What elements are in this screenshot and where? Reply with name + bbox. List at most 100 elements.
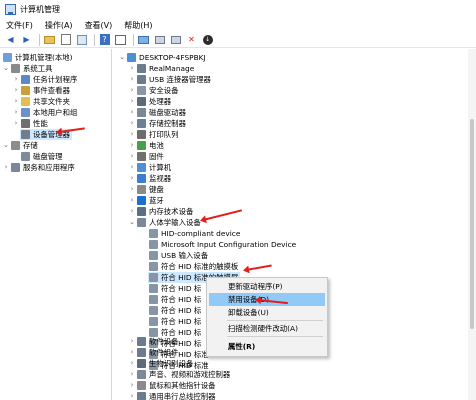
tree-item-system-tools[interactable]: ⌄ 系统工具 <box>2 63 53 74</box>
device-category[interactable]: › 磁盘驱动器 <box>128 107 186 118</box>
chevron-right-icon[interactable]: › <box>128 173 136 184</box>
menu-view[interactable]: 查看(V) <box>85 20 113 31</box>
chevron-right-icon[interactable]: › <box>128 63 136 74</box>
chevron-right-icon[interactable]: › <box>128 358 136 369</box>
chevron-right-icon[interactable]: › <box>128 206 136 217</box>
device-category[interactable]: › 软件组件 <box>128 347 179 358</box>
hid-device[interactable]: 符合 HID 标 <box>148 305 201 316</box>
device-category[interactable]: › 键盘 <box>128 184 164 195</box>
vertical-scrollbar[interactable] <box>468 49 476 400</box>
chevron-right-icon[interactable]: › <box>128 129 136 140</box>
tree-item-performance[interactable]: › 性能 <box>12 118 48 129</box>
device-category[interactable]: › 通用串行总线控制器 <box>128 391 216 400</box>
menu-scan-hardware-changes[interactable]: 扫描检测硬件改动(A) <box>209 322 325 335</box>
chevron-right-icon[interactable]: › <box>128 118 136 129</box>
usb-controller-icon <box>137 392 146 400</box>
device-category[interactable]: › 处理器 <box>128 96 171 107</box>
chevron-right-icon[interactable]: › <box>128 347 136 358</box>
chevron-right-icon[interactable]: › <box>128 380 136 391</box>
device-category[interactable]: › 打印队列 <box>128 129 179 140</box>
device-category[interactable]: › 安全设备 <box>128 85 179 96</box>
chevron-right-icon[interactable]: › <box>128 195 136 206</box>
chevron-right-icon[interactable]: › <box>12 85 20 96</box>
chevron-right-icon[interactable]: › <box>128 96 136 107</box>
show-hide-tree-icon[interactable] <box>114 33 127 46</box>
menu-uninstall-device[interactable]: 卸载设备(U) <box>209 306 325 319</box>
menu-update-driver[interactable]: 更新驱动程序(P) <box>209 280 325 293</box>
chevron-down-icon[interactable]: ⌄ <box>2 63 10 74</box>
device-category[interactable]: › USB 连接器管理器 <box>128 74 211 85</box>
hid-device[interactable]: Microsoft Input Configuration Device <box>148 239 296 250</box>
device-category[interactable]: › 声音、视频和游戏控制器 <box>128 369 230 380</box>
device-root[interactable]: ⌄ DESKTOP-4FSPBKJ <box>118 52 206 63</box>
battery-icon <box>137 141 146 150</box>
menu-help[interactable]: 帮助(H) <box>124 20 152 31</box>
folder-up-icon[interactable] <box>43 33 56 46</box>
mouse-icon <box>137 381 146 390</box>
menu-bar: 文件(F) 操作(A) 查看(V) 帮助(H) <box>0 18 476 32</box>
device-category[interactable]: › 生物识别设备 <box>128 358 193 369</box>
hid-device[interactable]: 符合 HID 标 <box>148 316 201 327</box>
device-category[interactable]: › 计算机 <box>128 162 171 173</box>
hid-device[interactable]: 符合 HID 标 <box>148 294 201 305</box>
device-category[interactable]: › 存储控制器 <box>128 118 186 129</box>
hid-device[interactable]: 符合 HID 标 <box>148 283 201 294</box>
hid-device[interactable]: HID-compliant device <box>148 228 240 239</box>
device-category[interactable]: › RealManage <box>128 63 194 74</box>
performance-icon <box>21 119 30 128</box>
chevron-down-icon[interactable]: ⌄ <box>2 140 10 151</box>
help-icon[interactable]: ? <box>98 33 111 46</box>
chevron-down-icon[interactable]: ⌄ <box>118 52 126 63</box>
chevron-right-icon[interactable]: › <box>128 107 136 118</box>
chevron-right-icon[interactable]: › <box>12 74 20 85</box>
tree-item-local-users[interactable]: › 本地用户和组 <box>12 107 77 118</box>
hid-device[interactable]: USB 输入设备 <box>148 250 208 261</box>
menu-properties[interactable]: 属性(R) <box>209 340 325 353</box>
chevron-right-icon[interactable]: › <box>128 336 136 347</box>
tree-item-shared-folders[interactable]: › 共享文件夹 <box>12 96 70 107</box>
chevron-right-icon[interactable]: › <box>128 184 136 195</box>
tree-item-storage[interactable]: ⌄ 存储 <box>2 140 38 151</box>
uninstall-device-icon[interactable] <box>153 33 166 46</box>
menu-separator <box>227 320 323 321</box>
download-icon[interactable]: ↓ <box>201 33 214 46</box>
device-category[interactable]: › 内存技术设备 <box>128 206 193 217</box>
device-category-hid[interactable]: ⌄ 人体学输入设备 <box>128 217 201 228</box>
update-driver-icon[interactable] <box>169 33 182 46</box>
chevron-right-icon[interactable]: › <box>128 140 136 151</box>
computer-icon[interactable] <box>137 33 150 46</box>
tree-item-event-viewer[interactable]: › 事件查看器 <box>12 85 70 96</box>
device-category[interactable]: › 软件设备 <box>128 336 179 347</box>
chevron-right-icon[interactable]: › <box>12 118 20 129</box>
tree-item-disk-management[interactable]: 磁盘管理 <box>20 151 63 162</box>
chevron-down-icon[interactable]: ⌄ <box>128 217 136 228</box>
chevron-right-icon[interactable]: › <box>128 369 136 380</box>
chevron-right-icon[interactable]: › <box>128 391 136 400</box>
tree-item-task-scheduler[interactable]: › 任务计划程序 <box>12 74 77 85</box>
hid-device[interactable]: 符合 HID 标准的触摸板 <box>148 261 238 272</box>
chevron-right-icon[interactable]: › <box>128 85 136 96</box>
scrollbar-thumb[interactable] <box>470 119 474 329</box>
chevron-right-icon[interactable]: › <box>2 162 10 173</box>
delete-icon[interactable]: ✕ <box>185 33 198 46</box>
tree-item-computer-management[interactable]: 计算机管理(本地) <box>2 52 73 63</box>
device-icon <box>137 64 146 73</box>
menu-action[interactable]: 操作(A) <box>45 20 73 31</box>
refresh-icon[interactable] <box>75 33 88 46</box>
tree-item-services-apps[interactable]: › 服务和应用程序 <box>2 162 75 173</box>
menu-file[interactable]: 文件(F) <box>6 20 33 31</box>
chevron-right-icon[interactable]: › <box>128 74 136 85</box>
device-category[interactable]: › 鼠标和其他指针设备 <box>128 380 216 391</box>
forward-arrow-icon[interactable]: ▶ <box>20 33 33 46</box>
device-category[interactable]: › 监视器 <box>128 173 171 184</box>
device-category[interactable]: › 电池 <box>128 140 164 151</box>
chevron-right-icon[interactable]: › <box>12 96 20 107</box>
back-arrow-icon[interactable]: ◀ <box>4 33 17 46</box>
storage-icon <box>11 141 20 150</box>
chevron-right-icon[interactable]: › <box>128 151 136 162</box>
properties-icon[interactable] <box>59 33 72 46</box>
device-category[interactable]: › 固件 <box>128 151 164 162</box>
device-category[interactable]: › 蓝牙 <box>128 195 164 206</box>
chevron-right-icon[interactable]: › <box>12 107 20 118</box>
chevron-right-icon[interactable]: › <box>128 162 136 173</box>
